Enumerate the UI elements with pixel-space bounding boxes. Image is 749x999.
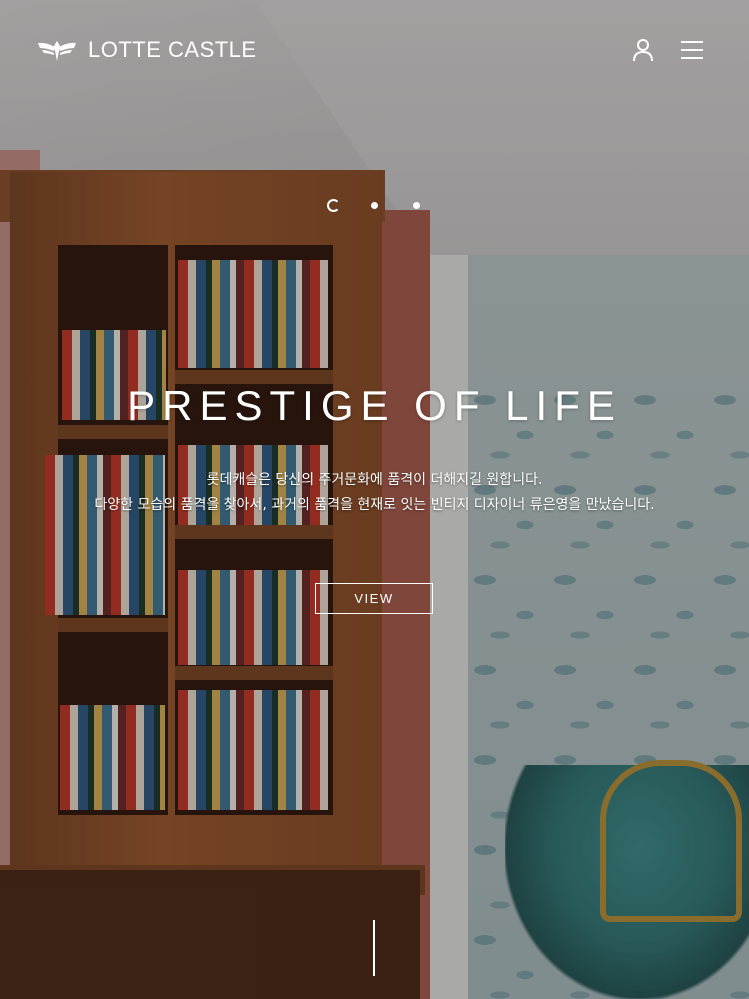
hamburger-menu-icon[interactable] [681, 40, 703, 60]
hero-description-line-2: 다양한 모습의 품격을 찾아서, 과거의 품격을 현재로 잇는 빈티지 디자이너… [94, 497, 655, 513]
eagle-emblem-icon [38, 41, 76, 61]
brand-logo[interactable]: LOTTE CASTLE [36, 36, 257, 64]
hero-title: PRESTIGE OF LIFE [127, 382, 622, 429]
user-icon[interactable] [632, 38, 654, 62]
slide-dot-3[interactable] [413, 202, 420, 209]
hero-description: 롯데캐슬은 당신의 주거문화에 품격이 더해지길 원합니다. 다양한 모습의 품… [0, 468, 749, 518]
loading-indicator[interactable] [327, 199, 340, 212]
brand-name: LOTTE CASTLE [88, 37, 257, 62]
hero-description-line-1: 롯데캐슬은 당신의 주거문화에 품격이 더해지길 원합니다. [206, 472, 543, 488]
slider-indicators [322, 198, 432, 216]
scroll-indicator-line [373, 920, 375, 976]
site-header: LOTTE CASTLE [0, 0, 749, 100]
slide-dot-2[interactable] [371, 202, 378, 209]
view-button[interactable]: VIEW [315, 583, 433, 614]
